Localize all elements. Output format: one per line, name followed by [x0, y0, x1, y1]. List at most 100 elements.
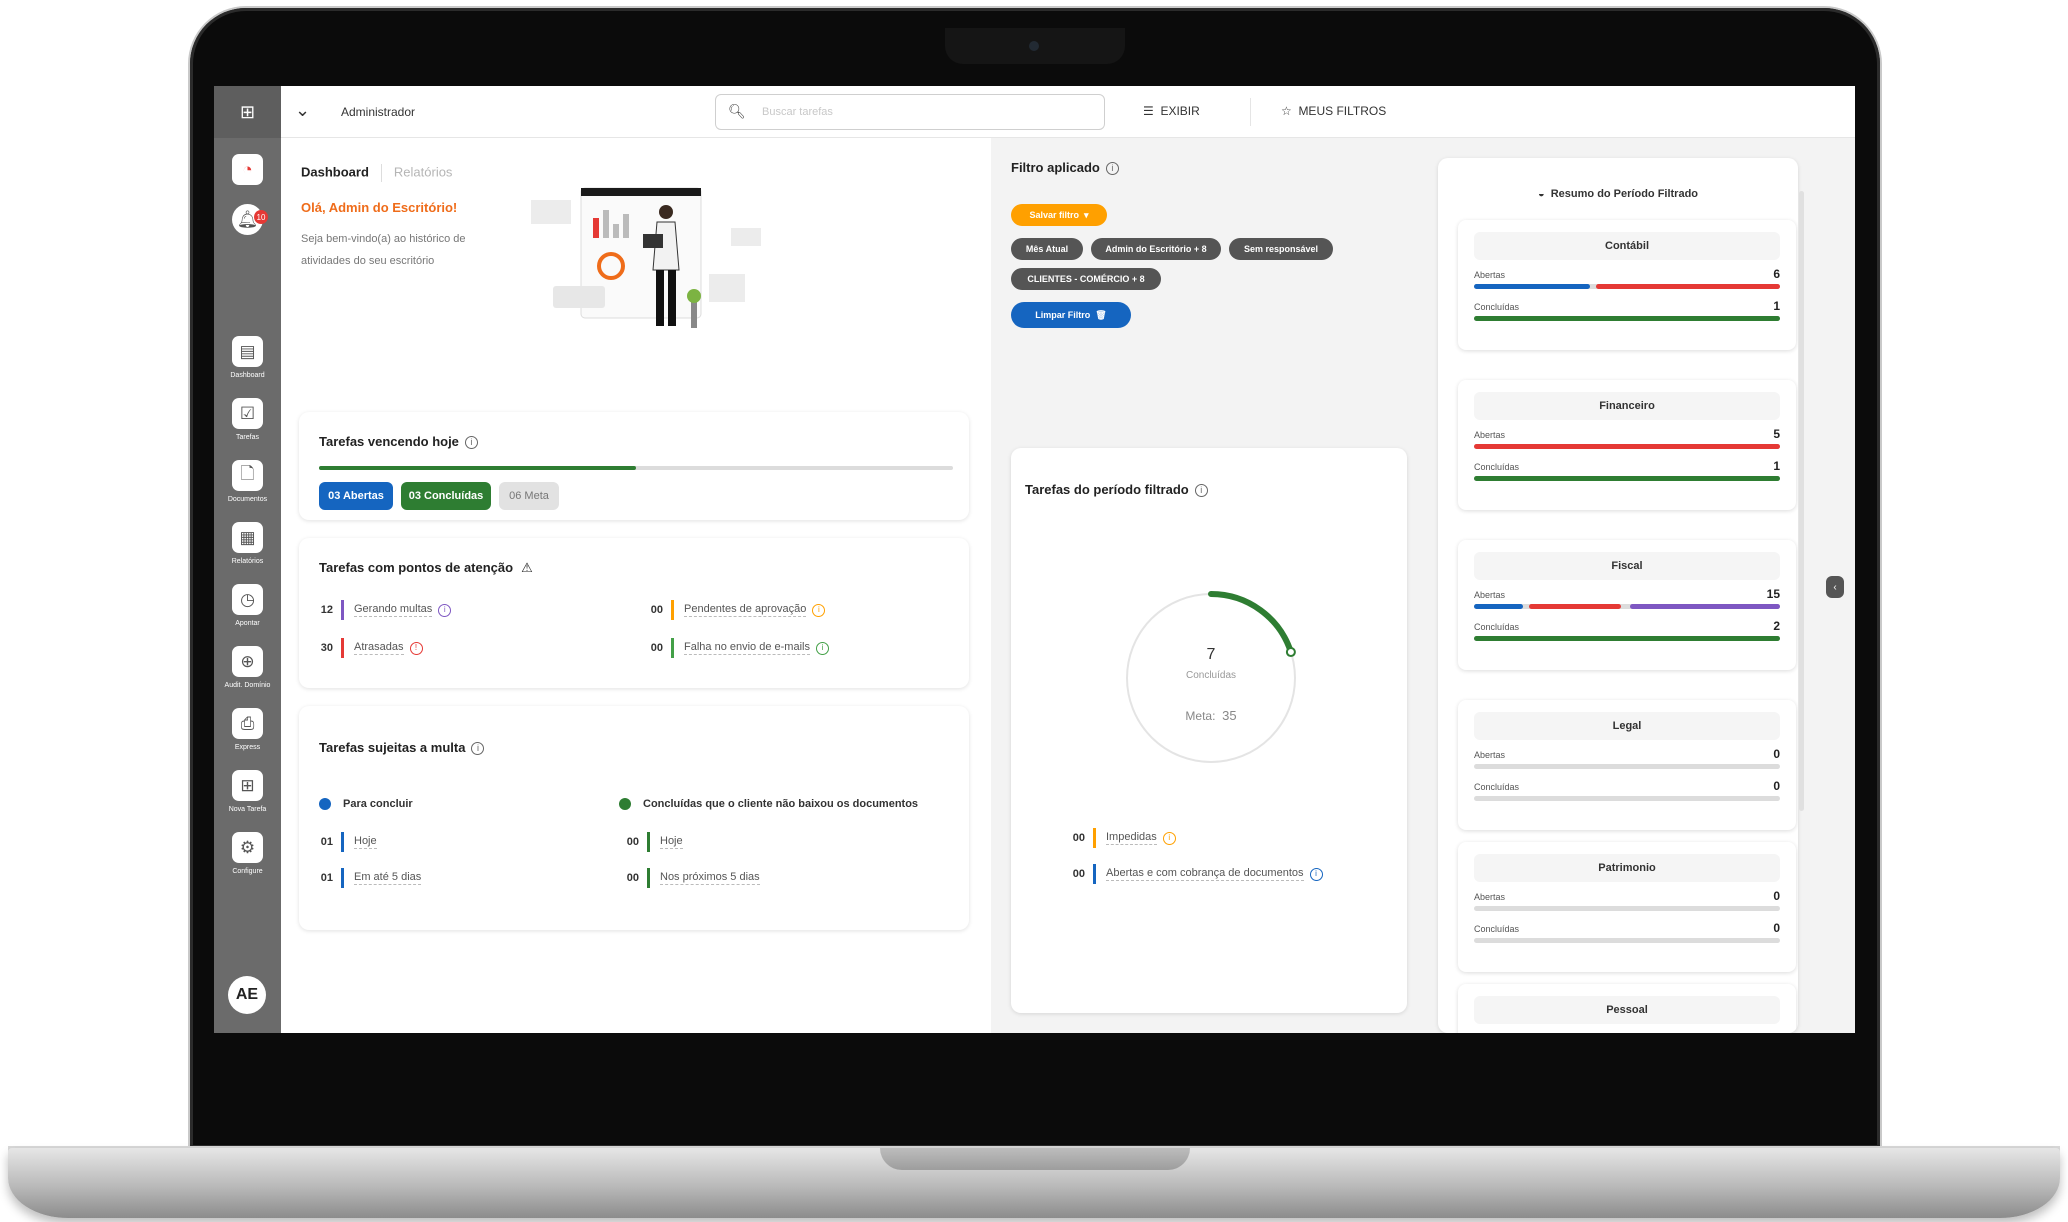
chip-mes-atual[interactable]: Mês Atual	[1011, 238, 1083, 260]
sidebar-item-audit[interactable]: Audit. Domínio	[214, 682, 281, 689]
concluidas-bar	[1474, 796, 1780, 801]
chip-admin[interactable]: Admin do Escritório + 8	[1091, 238, 1221, 260]
bar-segment	[1596, 284, 1780, 289]
abertas-bar	[1474, 444, 1780, 449]
collapse-panel-button[interactable]: ‹	[1826, 576, 1844, 598]
concluidas-bar	[1474, 636, 1780, 641]
vencendo-hoje-card: Tarefas vencendo hoje i 03 Abertas 03 Con…	[299, 412, 969, 520]
sidebar-audit-icon[interactable]: ⊕	[232, 646, 263, 677]
sidebar-item-apontar[interactable]: Apontar	[214, 620, 281, 627]
resumo-card-pessoal[interactable]: PessoalAbertasConcluídas	[1458, 984, 1796, 1033]
chip-sem-responsavel[interactable]: Sem responsável	[1229, 238, 1333, 260]
filtro-title: Filtro aplicado i	[1011, 160, 1119, 176]
periodo-title: Tarefas do período filtrado i	[1025, 482, 1208, 498]
concluidas-bar	[1474, 938, 1780, 943]
resumo-card-legal[interactable]: Legal Abertas 0 Concluídas 0	[1458, 700, 1796, 830]
meta-pill: 06 Meta	[499, 482, 559, 510]
atencao-item-gerando-multas[interactable]: 12 Gerando multas i	[313, 600, 452, 620]
atencao-item-atrasadas[interactable]: 30 Atrasadas!	[313, 638, 423, 658]
sidebar-item-documentos[interactable]: Documentos	[214, 496, 281, 503]
info-icon[interactable]: i	[464, 436, 478, 450]
laptop-frame: ⊞ ◔ 🔔︎ 10 ▤ Dashboard ☑ Tarefas 🗋︎ Docum…	[0, 0, 2068, 1222]
notification-badge: 10	[254, 210, 268, 224]
trash-icon: 🗑︎	[1095, 309, 1107, 320]
search-input[interactable]: 🔍︎ Buscar tarefas	[715, 94, 1105, 130]
sidebar-item-nova-tarefa[interactable]: Nova Tarefa	[214, 806, 281, 813]
atencao-item-falha-email[interactable]: 00 Falha no envio de e-mails i	[643, 638, 829, 658]
tab-relatorios[interactable]: Relatórios	[394, 164, 453, 179]
multa-para-concluir: Para concluir	[319, 798, 413, 810]
bar-segment	[1474, 604, 1523, 609]
dashboard-tabs: Dashboard Relatórios	[301, 164, 452, 182]
sidebar-item-dashboard[interactable]: Dashboard	[214, 372, 281, 379]
limpar-filtro-button[interactable]: Limpar Filtro 🗑︎	[1011, 302, 1131, 328]
laptop-lip-notch	[880, 1148, 1190, 1170]
sidebar-item-express[interactable]: Express	[214, 744, 281, 751]
sidebar-dashboard-icon[interactable]: ▤	[232, 336, 263, 367]
chevron-down-icon: ▾	[1084, 209, 1089, 220]
info-icon[interactable]: i	[1194, 484, 1208, 498]
resumo-card-fiscal[interactable]: Fiscal Abertas 15 Concluídas 2	[1458, 540, 1796, 670]
resumo-card-title: Patrimonio	[1474, 854, 1780, 882]
bar-segment	[1474, 444, 1780, 449]
sidebar-item-tarefas[interactable]: Tarefas	[214, 434, 281, 441]
resumo-card-title: Contábil	[1474, 232, 1780, 260]
resumo-card-title: Legal	[1474, 712, 1780, 740]
bar-segment	[1630, 604, 1780, 609]
periodo-impedidas[interactable]: 00 Impedidas i	[1065, 828, 1176, 848]
exibir-button[interactable]: ☰ EXIBIR	[1143, 104, 1200, 118]
logo-icon[interactable]: ◔	[232, 154, 263, 185]
meus-filtros-button[interactable]: ☆ MEUS FILTROS	[1281, 104, 1386, 118]
info-icon[interactable]: i	[471, 742, 485, 756]
sidebar-relatorios-icon[interactable]: ▦	[232, 522, 263, 553]
concluidas-label: Concluídas	[1474, 924, 1520, 934]
sidebar-item-relatorios[interactable]: Relatórios	[214, 558, 281, 565]
sidebar-gear-icon[interactable]: ⚙	[232, 832, 263, 863]
sidebar-tarefas-icon[interactable]: ☑	[232, 398, 263, 429]
search-icon: 🔍︎	[728, 103, 746, 119]
sidebar-apontar-icon[interactable]: ◷	[232, 584, 263, 615]
concluidas-bar	[1474, 316, 1780, 321]
apps-grid-icon[interactable]: ⊞	[214, 86, 281, 138]
multa-col2-hoje[interactable]: 00 Hoje	[619, 832, 683, 852]
sliders-icon: ☰	[1143, 104, 1154, 118]
sidebar-express-icon[interactable]: ⎙	[232, 708, 263, 739]
scrollbar[interactable]	[1799, 191, 1804, 811]
salvar-filtro-button[interactable]: Salvar filtro ▾	[1011, 204, 1107, 226]
pie-icon: ◒	[1537, 188, 1545, 200]
app-screen: ⊞ ◔ 🔔︎ 10 ▤ Dashboard ☑ Tarefas 🗋︎ Docum…	[214, 86, 1855, 1033]
concluidas-value: 0	[1773, 921, 1780, 935]
multa-col1-hoje[interactable]: 01 Hoje	[313, 832, 377, 852]
resumo-card-financeiro[interactable]: Financeiro Abertas 5 Concluídas 1	[1458, 380, 1796, 510]
concluidas-value: 7	[1206, 646, 1216, 663]
tab-dashboard[interactable]: Dashboard	[301, 164, 369, 179]
periodo-abertas-cobranca[interactable]: 00 Abertas e com cobrança de documentos i	[1065, 864, 1323, 884]
vencendo-progress	[319, 466, 953, 470]
sidebar-nova-tarefa-icon[interactable]: ⊞	[232, 770, 263, 801]
chevron-down-icon[interactable]: ⌄	[295, 100, 310, 121]
dashboard-left-panel: Dashboard Relatórios Olá, Admin do Escrit…	[281, 138, 991, 1033]
abertas-value: 6	[1773, 267, 1780, 281]
resumo-card-contábil[interactable]: Contábil Abertas 6 Concluídas 1	[1458, 220, 1796, 350]
user-role[interactable]: Administrador	[341, 105, 415, 119]
info-icon: i	[812, 603, 826, 617]
sidebar-documentos-icon[interactable]: 🗋︎	[232, 460, 263, 491]
abertas-value: 0	[1773, 747, 1780, 761]
pie-icon	[319, 798, 331, 810]
avatar[interactable]: AE	[228, 976, 266, 1014]
periodo-filtrado-card: Tarefas do período filtrado i 7 Concluída…	[1011, 448, 1407, 1013]
info-icon[interactable]: i	[1105, 162, 1119, 176]
chip-clientes[interactable]: CLIENTES - COMÉRCIO + 8	[1011, 268, 1161, 290]
abertas-pill[interactable]: 03 Abertas	[319, 482, 393, 510]
vencendo-progress-fill	[319, 466, 636, 470]
abertas-label: Abertas	[1474, 590, 1506, 600]
atencao-item-pendentes[interactable]: 00 Pendentes de aprovação i	[643, 600, 826, 620]
concluidas-pill[interactable]: 03 Concluídas	[401, 482, 491, 510]
search-placeholder: Buscar tarefas	[762, 106, 833, 118]
resumo-card-patrimonio[interactable]: Patrimonio Abertas 0 Concluídas 0	[1458, 842, 1796, 972]
warning-icon: ⚠	[521, 560, 533, 575]
multa-col1-5-dias[interactable]: 01 Em até 5 dias	[313, 868, 422, 888]
sidebar-item-configure[interactable]: Configure	[214, 868, 281, 875]
multa-col2-5-dias[interactable]: 00 Nos próximos 5 dias	[619, 868, 760, 888]
concluidas-bar	[1474, 476, 1780, 481]
